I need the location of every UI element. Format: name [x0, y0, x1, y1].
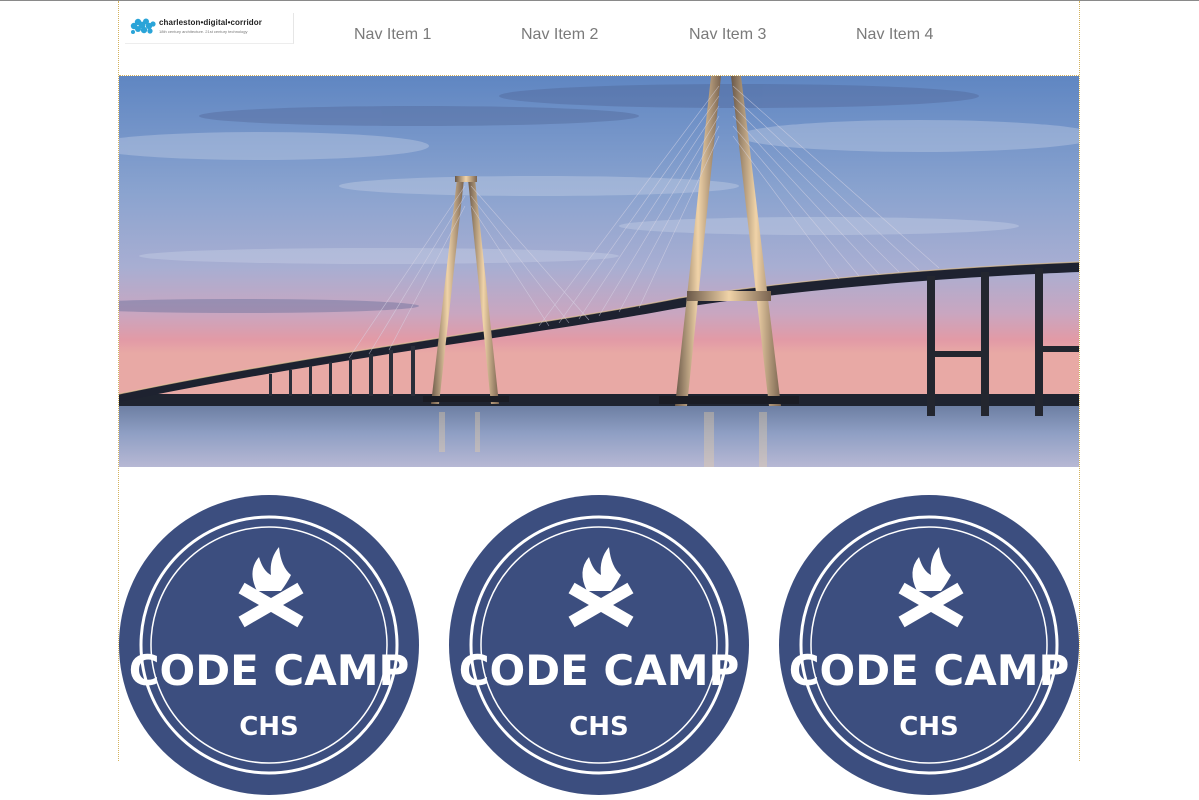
badge-subtitle: CHS	[569, 712, 629, 742]
badge-title: CODE CAMP	[459, 646, 740, 695]
badge-subtitle: CHS	[899, 712, 959, 742]
nav-item-4[interactable]: Nav Item 4	[856, 26, 933, 44]
badge-seal-icon	[449, 495, 749, 795]
nav-item-1[interactable]: Nav Item 1	[354, 26, 431, 44]
nav-item-2[interactable]: Nav Item 2	[521, 26, 598, 44]
nav-item-3[interactable]: Nav Item 3	[689, 26, 766, 44]
code-camp-badge-2: CODE CAMP CHS	[449, 495, 749, 795]
badge-title: CODE CAMP	[129, 646, 410, 695]
badge-title: CODE CAMP	[789, 646, 1070, 695]
bridge-photo-icon	[119, 76, 1079, 467]
hero-image	[119, 76, 1079, 467]
badge-seal-icon	[779, 495, 1079, 795]
badge-subtitle: CHS	[239, 712, 299, 742]
site-header: charleston•digital•corridor 18th century…	[119, 1, 1079, 76]
page-container: charleston•digital•corridor 18th century…	[118, 1, 1080, 795]
site-logo[interactable]: charleston•digital•corridor 18th century…	[125, 13, 294, 44]
code-camp-badge-3: CODE CAMP CHS	[779, 495, 1079, 795]
logo-mark-icon	[130, 18, 156, 34]
brand-tagline: 18th century architecture. 21st century …	[159, 29, 248, 34]
code-camp-badge-1: CODE CAMP CHS	[119, 495, 419, 795]
brand-name: charleston•digital•corridor	[159, 18, 262, 27]
badge-seal-icon	[119, 495, 419, 795]
